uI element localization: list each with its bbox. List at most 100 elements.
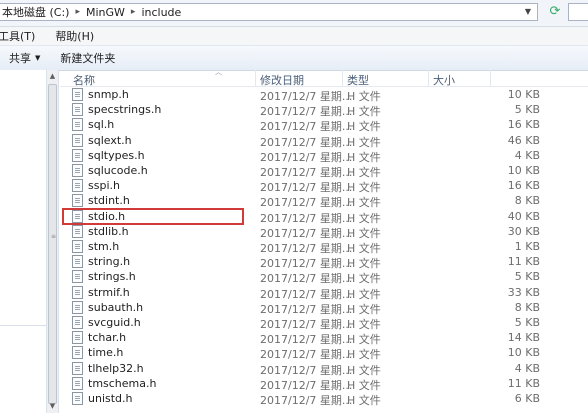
share-label: 共享 [9,52,31,65]
file-name: subauth.h [88,300,144,314]
h-file-icon [72,346,83,360]
h-file-icon [72,194,83,208]
file-name: sqlucode.h [88,164,148,177]
h-file-icon [72,285,83,299]
grip-icon: ≡ [51,233,57,240]
file-row[interactable]: stdint.h 2017/12/7 星期... H 文件 8 KB [60,193,588,209]
h-file-icon [72,179,83,193]
file-size: 5 KB [514,316,540,329]
new-folder-button[interactable]: 新建文件夹 [60,50,115,66]
file-name: sqlext.h [88,133,132,147]
file-row[interactable]: sqlext.h 2017/12/7 星期... H 文件 46 KB [60,133,588,149]
file-name: tlhelp32.h [88,361,144,375]
file-row[interactable]: strings.h 2017/12/7 星期... H 文件 5 KB [60,269,588,285]
file-row[interactable]: sqltypes.h 2017/12/7 星期... H 文件 4 KB [60,148,588,164]
file-row[interactable]: unistd.h 2017/12/7 星期... H 文件 6 KB [60,391,588,407]
scroll-down-icon[interactable]: ▼ [47,400,58,412]
scroll-up-icon[interactable]: ▲ [47,70,58,82]
file-size: 4 KB [514,361,540,375]
h-file-icon [72,164,83,177]
file-name: time.h [88,346,124,360]
h-file-icon [72,133,83,147]
file-size: 11 KB [507,255,540,269]
search-input[interactable] [568,3,588,21]
menu-help[interactable]: 帮助(H) [55,28,100,44]
file-row[interactable]: tlhelp32.h 2017/12/7 星期... H 文件 4 KB [60,361,588,377]
column-divider[interactable] [490,70,491,86]
command-toolbar: 共享 ▼ 新建文件夹 [0,45,588,71]
file-name: sqltypes.h [88,148,145,162]
file-row[interactable]: subauth.h 2017/12/7 星期... H 文件 8 KB [60,300,588,316]
file-size: 10 KB [507,88,540,101]
column-name[interactable]: 名称 [73,72,95,88]
breadcrumb-include[interactable]: include [138,6,184,19]
file-row[interactable]: string.h 2017/12/7 星期... H 文件 11 KB [60,254,588,270]
file-size: 11 KB [507,376,540,390]
h-file-icon [72,224,83,238]
file-size: 33 KB [507,285,540,299]
highlight-box [62,208,244,225]
file-size: 16 KB [507,118,540,132]
share-button[interactable]: 共享 ▼ [9,50,40,66]
file-name: unistd.h [88,392,133,405]
column-type[interactable]: 类型 [347,72,369,88]
file-name: strmif.h [88,285,130,299]
file-row[interactable]: sqlucode.h 2017/12/7 星期... H 文件 10 KB [60,163,588,179]
file-size: 5 KB [514,270,540,284]
file-size: 30 KB [507,224,540,238]
file-name: sql.h [88,118,115,132]
column-date[interactable]: 修改日期 [260,72,304,88]
column-divider[interactable] [428,70,429,86]
file-name: specstrings.h [88,103,162,117]
menu-tools[interactable]: 工具(T) [0,28,41,44]
address-bar[interactable]: 本地磁盘 (C:) ▸ MinGW ▸ include ▼ [0,3,538,21]
file-size: 40 KB [507,209,540,223]
h-file-icon [72,270,83,284]
file-size: 8 KB [514,194,540,208]
file-size: 10 KB [507,346,540,360]
address-bar-area: 本地磁盘 (C:) ▸ MinGW ▸ include ▼ ⟳ [0,0,588,27]
breadcrumb-separator-icon[interactable]: ▸ [128,7,139,17]
file-name: stdint.h [88,194,130,208]
file-row[interactable]: snmp.h 2017/12/7 星期... H 文件 10 KB [60,87,588,103]
nav-scrollbar[interactable]: ▲ ≡ ▼ [46,70,59,413]
file-size: 5 KB [514,103,540,117]
breadcrumb-local-disk[interactable]: 本地磁盘 (C:) [0,4,72,20]
file-row[interactable]: stdlib.h 2017/12/7 星期... H 文件 30 KB [60,224,588,240]
file-row[interactable]: sql.h 2017/12/7 星期... H 文件 16 KB [60,117,588,133]
file-date: 2017/12/7 星期... [260,394,353,407]
address-dropdown-icon[interactable]: ▼ [521,6,535,18]
file-size: 46 KB [507,133,540,147]
file-row[interactable]: time.h 2017/12/7 星期... H 文件 10 KB [60,345,588,361]
refresh-icon[interactable]: ⟳ [547,4,563,20]
h-file-icon [72,148,83,162]
menu-bar: 工具(T) 帮助(H) [0,27,588,45]
h-file-icon [72,392,83,405]
file-name: stdlib.h [88,224,129,238]
file-row[interactable]: specstrings.h 2017/12/7 星期... H 文件 5 KB [60,102,588,118]
h-file-icon [72,88,83,101]
navigation-pane[interactable] [0,70,46,413]
file-row[interactable]: svcguid.h 2017/12/7 星期... H 文件 5 KB [60,315,588,331]
file-name: svcguid.h [88,316,141,329]
h-file-icon [72,240,83,253]
file-row[interactable]: tchar.h 2017/12/7 星期... H 文件 14 KB [60,330,588,346]
file-row[interactable]: stm.h 2017/12/7 星期... H 文件 1 KB [60,239,588,255]
file-name: sspi.h [88,179,120,193]
breadcrumb-mingw[interactable]: MinGW [83,6,128,19]
breadcrumb-separator-icon[interactable]: ▸ [72,7,83,17]
file-name: snmp.h [88,88,129,101]
file-row[interactable]: tmschema.h 2017/12/7 星期... H 文件 11 KB [60,376,588,392]
column-divider[interactable] [255,70,256,86]
column-size[interactable]: 大小 [433,72,455,88]
file-row[interactable]: sspi.h 2017/12/7 星期... H 文件 16 KB [60,178,588,194]
file-type: H 文件 [347,394,381,407]
file-name: strings.h [88,270,136,284]
file-row[interactable]: strmif.h 2017/12/7 星期... H 文件 33 KB [60,285,588,301]
column-divider[interactable] [342,70,343,86]
file-name: tchar.h [88,331,127,345]
scroll-thumb[interactable]: ≡ [48,84,57,404]
h-file-icon [72,103,83,117]
file-size: 10 KB [507,164,540,177]
h-file-icon [72,361,83,375]
